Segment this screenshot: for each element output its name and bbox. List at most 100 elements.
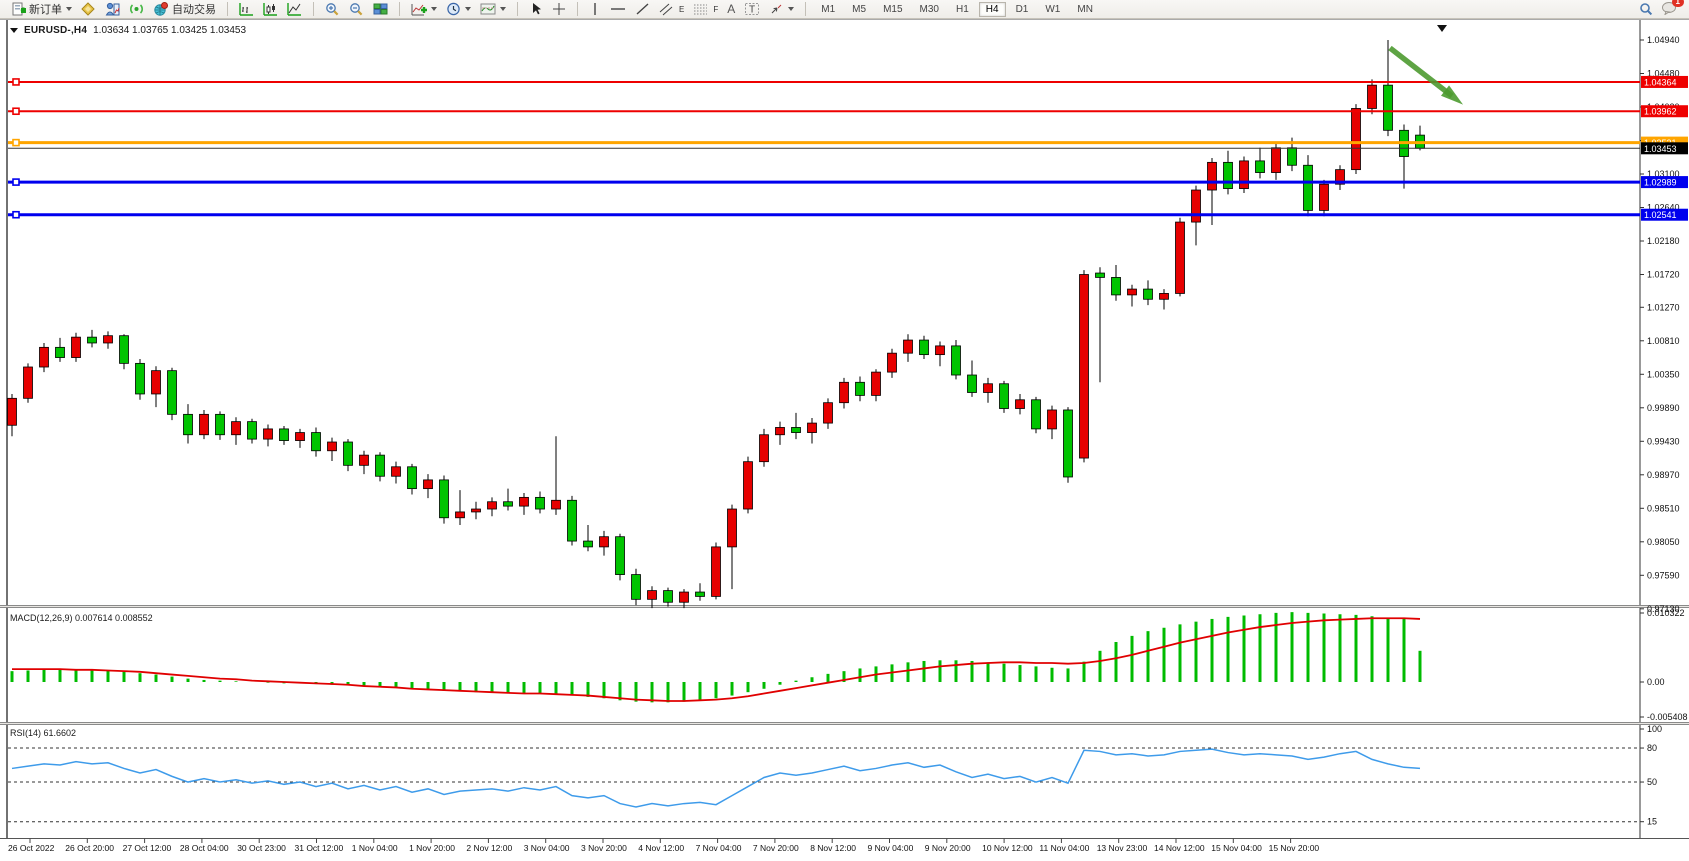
- bar-chart-mode-button[interactable]: [236, 1, 257, 17]
- crayon-tool-button[interactable]: [78, 1, 99, 17]
- svg-text:1.00350: 1.00350: [1647, 369, 1680, 379]
- candle: [8, 398, 17, 425]
- vertical-line-icon: [589, 2, 601, 16]
- timeframe-m1[interactable]: M1: [814, 2, 842, 17]
- candle: [696, 592, 705, 596]
- candle: [1320, 184, 1329, 210]
- timeframe-h4[interactable]: H4: [979, 2, 1006, 17]
- cursor-tool-button[interactable]: [526, 1, 546, 17]
- periods-button[interactable]: [443, 1, 474, 17]
- svg-text:0.97590: 0.97590: [1647, 570, 1680, 580]
- svg-text:3 Nov 04:00: 3 Nov 04:00: [524, 843, 570, 853]
- candle: [136, 363, 145, 394]
- candle: [504, 502, 513, 506]
- svg-text:1.04940: 1.04940: [1647, 35, 1680, 45]
- svg-text:1.03962: 1.03962: [1644, 107, 1677, 117]
- timeframe-h1[interactable]: H1: [949, 2, 976, 17]
- tile-windows-button[interactable]: [370, 1, 391, 17]
- hline-handle[interactable]: [13, 108, 19, 114]
- new-order-button[interactable]: 新订单: [8, 0, 75, 18]
- candle: [984, 384, 993, 393]
- svg-text:31 Oct 12:00: 31 Oct 12:00: [295, 843, 344, 853]
- hline-handle[interactable]: [13, 179, 19, 185]
- candle: [712, 547, 721, 597]
- price-chart-canvas[interactable]: 1.049401.044801.040201.035601.031001.026…: [0, 19, 1689, 861]
- hline-handle[interactable]: [13, 140, 19, 146]
- symbol-dropdown-icon[interactable]: [10, 28, 18, 33]
- svg-text:1.04364: 1.04364: [1644, 77, 1677, 87]
- svg-text:9 Nov 04:00: 9 Nov 04:00: [868, 843, 914, 853]
- svg-text:-0.005408: -0.005408: [1647, 712, 1688, 722]
- candle: [760, 435, 769, 462]
- svg-text:0.010322: 0.010322: [1647, 608, 1685, 618]
- candle: [456, 512, 465, 518]
- candle: [328, 442, 337, 451]
- candle: [392, 467, 401, 476]
- vertical-line-tool-button[interactable]: [586, 1, 604, 17]
- svg-text:0.98510: 0.98510: [1647, 503, 1680, 513]
- fibonacci-tool-button[interactable]: F: [690, 1, 721, 17]
- candle: [744, 462, 753, 509]
- timeframe-d1[interactable]: D1: [1009, 2, 1036, 17]
- candle: [776, 427, 785, 434]
- svg-text:1.01720: 1.01720: [1647, 270, 1680, 280]
- svg-text:3 Nov 20:00: 3 Nov 20:00: [581, 843, 627, 853]
- crosshair-tool-button[interactable]: [549, 1, 569, 17]
- trendline-icon: [635, 2, 650, 16]
- line-chart-mode-button[interactable]: [284, 1, 305, 17]
- hline-handle[interactable]: [13, 212, 19, 218]
- svg-text:28 Oct 04:00: 28 Oct 04:00: [180, 843, 229, 853]
- shapes-caret-icon: [788, 7, 794, 11]
- svg-text:13 Nov 23:00: 13 Nov 23:00: [1097, 843, 1148, 853]
- svg-text:15 Nov 20:00: 15 Nov 20:00: [1269, 843, 1320, 853]
- candle: [728, 509, 737, 547]
- signals-button[interactable]: [126, 1, 147, 17]
- channel-tool-button[interactable]: E: [656, 1, 687, 17]
- templates-button[interactable]: [477, 1, 509, 17]
- pane-separator[interactable]: [0, 605, 1689, 608]
- candle: [184, 414, 193, 434]
- candle: [856, 382, 865, 395]
- svg-text:100: 100: [1647, 724, 1662, 734]
- indicators-button[interactable]: [408, 1, 440, 17]
- svg-text:7 Nov 04:00: 7 Nov 04:00: [696, 843, 742, 853]
- zoom-in-button[interactable]: [322, 1, 343, 17]
- horizontal-line-tool-button[interactable]: [607, 1, 629, 17]
- candle: [376, 455, 385, 476]
- candle: [88, 337, 97, 343]
- timeframe-w1[interactable]: W1: [1038, 2, 1067, 17]
- main-toolbar: 新订单: [0, 0, 1689, 19]
- text-tool-button[interactable]: A: [724, 1, 738, 17]
- timeframe-m5[interactable]: M5: [845, 2, 873, 17]
- zoom-out-button[interactable]: [346, 1, 367, 17]
- profile-chart-icon: [105, 2, 120, 16]
- candle: [216, 414, 225, 434]
- timeframe-m30[interactable]: M30: [913, 2, 946, 17]
- toolbar-separator: [805, 2, 806, 16]
- candle: [904, 340, 913, 353]
- candle: [312, 433, 321, 451]
- toolbar-separator: [577, 2, 578, 16]
- hline-handle[interactable]: [13, 79, 19, 85]
- candle: [968, 375, 977, 392]
- candle: [648, 591, 657, 600]
- depth-of-market-button[interactable]: [102, 1, 123, 17]
- search-icon[interactable]: [1639, 2, 1653, 16]
- svg-text:7 Nov 20:00: 7 Nov 20:00: [753, 843, 799, 853]
- candlestick-mode-button[interactable]: [260, 1, 281, 17]
- candle: [680, 592, 689, 602]
- trendline-tool-button[interactable]: [632, 1, 653, 17]
- auto-trading-button[interactable]: 自动交易: [150, 0, 219, 18]
- label-tool-button[interactable]: T: [741, 1, 763, 17]
- periods-caret-icon: [465, 7, 471, 11]
- chart-window[interactable]: 1.049401.044801.040201.035601.031001.026…: [0, 19, 1689, 861]
- candle: [168, 371, 177, 415]
- pane-separator[interactable]: [0, 722, 1689, 725]
- timeframe-m15[interactable]: M15: [876, 2, 909, 17]
- candle: [1064, 410, 1073, 477]
- candle: [72, 337, 81, 357]
- shapes-tool-button[interactable]: [766, 1, 797, 17]
- timeframe-mn[interactable]: MN: [1070, 2, 1100, 17]
- notifications-button[interactable]: 1: [1661, 1, 1677, 18]
- candle: [440, 480, 449, 518]
